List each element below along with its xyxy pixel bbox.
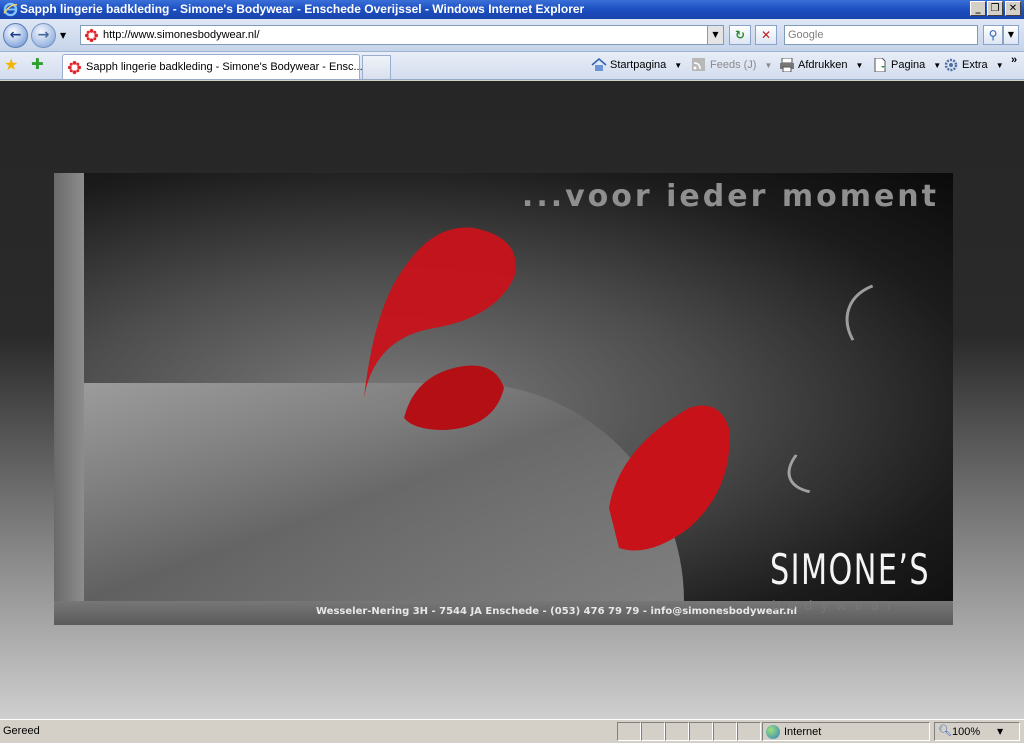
tab-title: Sapph lingerie badkleding - Simone's Bod… bbox=[86, 61, 363, 73]
search-options-dropdown-icon[interactable]: ▼ bbox=[1003, 25, 1019, 45]
back-button[interactable]: ← bbox=[3, 23, 28, 48]
status-text: Gereed bbox=[3, 725, 40, 737]
minimize-button[interactable]: _ bbox=[970, 1, 986, 16]
status-bar: Gereed Internet 🔍︎ 100% ▼ bbox=[0, 719, 1024, 743]
zoom-dropdown-icon[interactable]: ▼ bbox=[997, 727, 1003, 736]
window-title: Sapph lingerie badkleding - Simone's Bod… bbox=[20, 2, 585, 16]
site-favicon bbox=[84, 28, 99, 43]
page-content: ...voor ieder moment Wesseler-Nering 3H … bbox=[0, 81, 1024, 719]
tools-menu-button[interactable]: Extra ▼ bbox=[943, 58, 1004, 72]
tools-label: Extra bbox=[962, 59, 988, 71]
new-tab-button[interactable] bbox=[362, 55, 391, 79]
forward-button[interactable]: → bbox=[31, 23, 56, 48]
banner-left-strip bbox=[54, 173, 84, 601]
feeds-button[interactable]: Feeds (J) ▼ bbox=[691, 58, 772, 72]
search-input[interactable]: Google bbox=[784, 25, 978, 45]
more-commands-chevron-icon[interactable]: » bbox=[1011, 54, 1017, 66]
close-window-button[interactable]: ✕ bbox=[1005, 1, 1021, 16]
add-favorites-icon[interactable]: ✚ bbox=[31, 56, 48, 73]
status-cell bbox=[713, 722, 737, 741]
tab-active[interactable]: Sapph lingerie badkleding - Simone's Bod… bbox=[62, 54, 363, 79]
home-label: Startpagina bbox=[610, 59, 667, 71]
url-text[interactable]: http://www.simonesbodywear.nl/ bbox=[103, 29, 260, 41]
page-menu-button[interactable]: Pagina ▼ bbox=[872, 58, 941, 72]
tab-command-bar: ★ ✚ Sapph lingerie badkleding - Simone's… bbox=[0, 52, 1024, 80]
home-button[interactable]: Startpagina ▼ bbox=[591, 58, 682, 72]
brand-subtitle: bodywear bbox=[772, 599, 901, 614]
feeds-dropdown-icon[interactable]: ▼ bbox=[764, 61, 772, 70]
page-label: Pagina bbox=[891, 59, 926, 71]
tab-favicon bbox=[67, 60, 82, 75]
banner-tagline: ...voor ieder moment bbox=[521, 179, 939, 214]
home-icon bbox=[591, 58, 607, 71]
search-go-button[interactable]: ⚲ bbox=[983, 25, 1003, 45]
stop-button[interactable]: ✕ bbox=[755, 25, 777, 45]
zoom-control[interactable]: 🔍︎ 100% ▼ bbox=[934, 722, 1020, 741]
internet-explorer-icon bbox=[3, 2, 18, 17]
favorites-star-icon[interactable]: ★ bbox=[4, 56, 21, 73]
globe-icon bbox=[766, 725, 780, 739]
zoom-level: 100% bbox=[952, 726, 981, 738]
history-dropdown-icon[interactable]: ▼ bbox=[60, 31, 69, 40]
print-button[interactable]: Afdrukken ▼ bbox=[779, 58, 863, 72]
contact-address: Wesseler-Nering 3H - 7544 JA Enschede - … bbox=[316, 606, 798, 617]
address-toolbar: ← → ▼ http://www.simonesbodywear.nl/ ▼ ↻… bbox=[0, 19, 1024, 52]
print-dropdown-icon[interactable]: ▼ bbox=[856, 61, 864, 70]
status-cell bbox=[689, 722, 713, 741]
refresh-button[interactable]: ↻ bbox=[729, 25, 751, 45]
home-dropdown-icon[interactable]: ▼ bbox=[674, 61, 682, 70]
status-cell bbox=[665, 722, 689, 741]
restore-button[interactable]: ❐ bbox=[987, 1, 1003, 16]
print-label: Afdrukken bbox=[798, 59, 848, 71]
zoom-magnifier-icon: 🔍︎ bbox=[938, 724, 952, 737]
feeds-icon bbox=[692, 58, 705, 71]
status-cell bbox=[737, 722, 761, 741]
status-cell bbox=[641, 722, 665, 741]
tools-dropdown-icon[interactable]: ▼ bbox=[996, 61, 1004, 70]
brand-logo: SIMONE’S bbox=[770, 545, 931, 594]
page-icon bbox=[874, 58, 886, 72]
gear-icon bbox=[944, 58, 958, 72]
zone-label: Internet bbox=[784, 726, 822, 738]
status-cell bbox=[617, 722, 641, 741]
red-bra-shape bbox=[364, 227, 516, 430]
address-dropdown-icon[interactable]: ▼ bbox=[707, 26, 723, 44]
red-brief-shape bbox=[609, 405, 730, 551]
title-bar: Sapph lingerie badkleding - Simone's Bod… bbox=[0, 0, 1024, 19]
hero-banner: ...voor ieder moment Wesseler-Nering 3H … bbox=[54, 173, 953, 625]
page-dropdown-icon[interactable]: ▼ bbox=[933, 61, 941, 70]
printer-icon bbox=[780, 58, 794, 72]
feeds-label: Feeds (J) bbox=[710, 59, 757, 71]
address-field[interactable]: http://www.simonesbodywear.nl/ ▼ bbox=[80, 25, 724, 45]
security-zone[interactable]: Internet bbox=[762, 722, 930, 741]
